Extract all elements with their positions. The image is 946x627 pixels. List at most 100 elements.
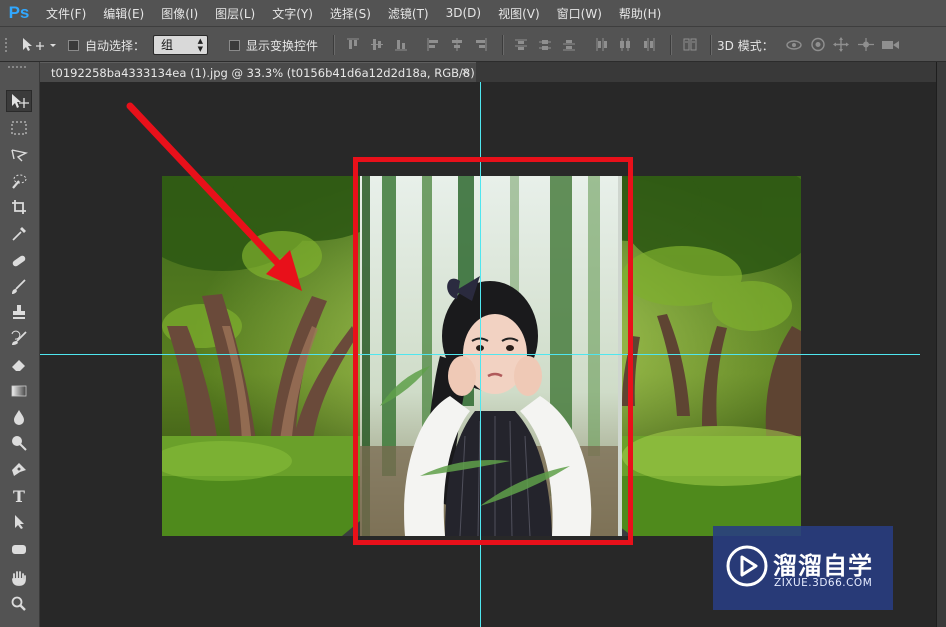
bandage-icon [12, 255, 26, 267]
type-icon: T [13, 486, 25, 506]
hand-icon [12, 571, 26, 586]
lasso-icon [11, 149, 28, 162]
menu-edit[interactable]: 编辑(E) [95, 5, 153, 22]
document-tab[interactable]: t0192258ba4333134ea (1).jpg @ 33.3% (t01… [40, 62, 484, 82]
shape-tool[interactable] [6, 538, 32, 560]
menu-type[interactable]: 文字(Y) [264, 5, 322, 22]
options-separator [502, 35, 504, 55]
auto-align-layers-icon[interactable] [683, 37, 697, 52]
distribute-left-icon[interactable] [594, 37, 608, 52]
align-top-icon[interactable] [346, 37, 360, 52]
marquee-tool[interactable] [6, 117, 32, 139]
align-bottom-icon[interactable] [394, 37, 408, 52]
red-arrow-annotation [126, 102, 302, 291]
menu-select[interactable]: 选择(S) [322, 5, 380, 22]
show-transform-label: 显示变换控件 [246, 38, 319, 53]
distribute-horizontal-center-icon[interactable] [618, 37, 632, 52]
crop-icon [12, 200, 26, 214]
stamp-icon [13, 305, 25, 319]
pen-icon [12, 463, 26, 476]
pen-tool[interactable] [6, 458, 32, 480]
show-transform-checkbox[interactable] [229, 39, 240, 51]
show-transform-option[interactable]: 显示变换控件 [229, 36, 318, 54]
auto-select-target-dropdown[interactable]: 组 ▲ ▼ [153, 35, 208, 55]
photoshop-logo: Ps [8, 3, 30, 22]
quick-selection-icon [12, 174, 27, 189]
options-grip-icon [5, 38, 7, 52]
brush-icon [12, 279, 26, 294]
path-selection-tool[interactable] [6, 511, 32, 533]
align-horizontal-center-icon[interactable] [450, 37, 464, 52]
eyedropper-tool[interactable] [6, 222, 32, 244]
menu-view[interactable]: 视图(V) [490, 5, 549, 22]
right-panel-edge [936, 62, 946, 627]
history-brush-tool[interactable] [6, 327, 32, 349]
3d-rotate-icon[interactable] [785, 37, 803, 52]
auto-select-label: 自动选择： [85, 38, 146, 53]
align-vertical-center-icon[interactable] [370, 37, 384, 52]
options-separator [333, 35, 335, 55]
dropdown-arrows-icon: ▲ ▼ [197, 37, 203, 53]
3d-mode-label: 3D 模式： [717, 39, 774, 53]
move-tool-preset-icon[interactable] [20, 37, 56, 53]
eraser-icon [12, 360, 25, 371]
gradient-icon [11, 385, 27, 397]
magnifier-icon [11, 596, 26, 611]
auto-select-target-value: 组 [161, 38, 174, 52]
eraser-tool[interactable] [6, 353, 32, 375]
distribute-right-icon[interactable] [642, 37, 656, 52]
menu-filter[interactable]: 滤镜(T) [380, 5, 438, 22]
distribute-bottom-icon[interactable] [562, 37, 576, 52]
menu-file[interactable]: 文件(F) [38, 5, 95, 22]
3d-roll-icon[interactable] [810, 37, 826, 52]
3d-slide-icon[interactable] [857, 37, 875, 52]
blur-tool[interactable] [6, 406, 32, 428]
rounded-rect-icon [12, 545, 26, 554]
clone-stamp-tool[interactable] [6, 301, 32, 323]
auto-select-checkbox[interactable] [68, 39, 79, 51]
hand-tool[interactable] [6, 567, 32, 589]
play-logo-icon [726, 545, 768, 587]
menu-layer[interactable]: 图层(L) [207, 5, 264, 22]
auto-select-option[interactable]: 自动选择： [68, 36, 145, 54]
tab-strip [476, 62, 946, 82]
lasso-tool[interactable] [6, 144, 32, 166]
options-separator [670, 35, 672, 55]
move-tool[interactable] [6, 90, 32, 112]
eyedropper-icon [12, 227, 26, 241]
dodge-icon [12, 436, 27, 451]
watermark-title: 溜溜自学 [773, 552, 873, 580]
quick-selection-tool[interactable] [6, 170, 32, 192]
align-right-icon[interactable] [474, 37, 488, 52]
water-drop-icon [14, 410, 24, 425]
red-highlight-box [353, 157, 633, 545]
menu-window[interactable]: 窗口(W) [549, 5, 611, 22]
move-icon [12, 94, 29, 108]
distribute-vertical-center-icon[interactable] [538, 37, 552, 52]
3d-pan-icon[interactable] [833, 37, 849, 52]
history-brush-icon [11, 330, 27, 345]
rect-marquee-icon [11, 121, 27, 135]
menu-3d[interactable]: 3D(D) [438, 6, 490, 20]
tools-panel-grip-icon [8, 66, 26, 68]
brush-tool[interactable] [6, 276, 32, 298]
menu-help[interactable]: 帮助(H) [611, 5, 670, 22]
3d-scale-icon[interactable] [881, 37, 901, 52]
gradient-tool[interactable] [6, 380, 32, 402]
close-icon[interactable]: × [461, 65, 470, 78]
document-tab-title: t0192258ba4333134ea (1).jpg @ 33.3% (t01… [51, 65, 485, 80]
healing-brush-tool[interactable] [6, 250, 32, 272]
path-selection-icon [15, 515, 24, 529]
align-left-icon[interactable] [426, 37, 440, 52]
options-separator [710, 35, 712, 55]
menu-image[interactable]: 图像(I) [153, 5, 207, 22]
dodge-tool[interactable] [6, 432, 32, 454]
menu-bar: Ps 文件(F) 编辑(E) 图像(I) 图层(L) 文字(Y) 选择(S) 滤… [0, 0, 946, 26]
watermark-url: ZIXUE.3D66.COM [774, 577, 873, 589]
crop-tool[interactable] [6, 196, 32, 218]
distribute-top-icon[interactable] [514, 37, 528, 52]
watermark: 溜溜自学 ZIXUE.3D66.COM [713, 526, 893, 610]
options-bar: 自动选择： 组 ▲ ▼ 显示变换控件 3D 模式： [0, 26, 946, 62]
zoom-tool[interactable] [6, 593, 32, 615]
type-tool[interactable]: T [6, 485, 32, 507]
